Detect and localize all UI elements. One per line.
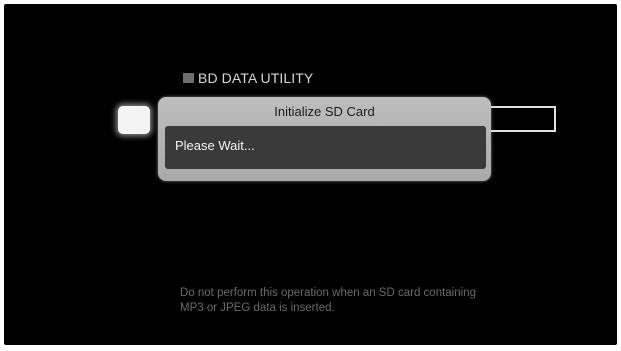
utility-title: BD DATA UTILITY bbox=[198, 70, 314, 86]
notice-line-2: MP3 or JPEG data is inserted. bbox=[180, 302, 335, 314]
initialize-dialog: Initialize SD Card Please Wait... bbox=[158, 97, 491, 181]
utility-header: BD DATA UTILITY bbox=[183, 70, 313, 86]
dialog-body: Please Wait... bbox=[165, 126, 486, 169]
dialog-message: Please Wait... bbox=[175, 138, 255, 153]
screen: BD DATA UTILITY Initialize SD Card Pleas… bbox=[4, 4, 617, 345]
dialog-title: Initialize SD Card bbox=[274, 104, 375, 119]
menu-selection-outline bbox=[484, 106, 556, 132]
warning-notice: Do not perform this operation when an SD… bbox=[180, 286, 580, 316]
header-square-icon bbox=[183, 73, 194, 83]
highlighted-menu-icon[interactable] bbox=[118, 106, 150, 134]
notice-line-1: Do not perform this operation when an SD… bbox=[180, 287, 476, 299]
